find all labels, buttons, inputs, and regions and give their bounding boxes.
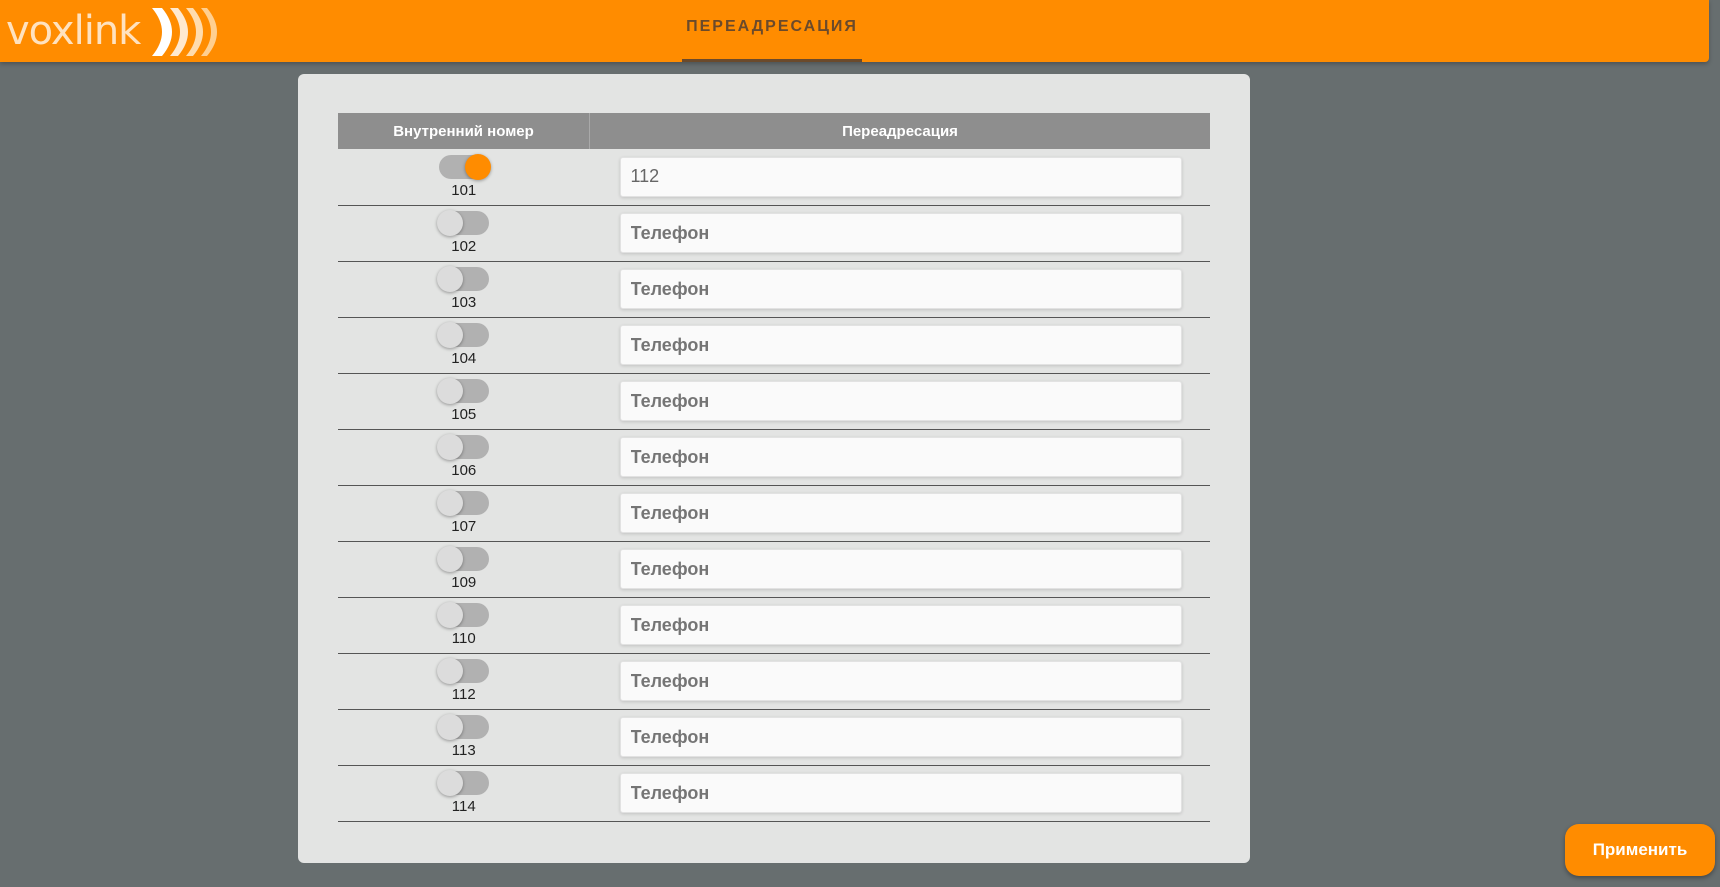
- extension-cell: 112: [338, 653, 590, 709]
- column-header-extension: Внутренний номер: [338, 113, 590, 149]
- phone-input[interactable]: [619, 213, 1182, 253]
- toggle-knob: [436, 322, 463, 348]
- forwarding-toggle[interactable]: [436, 546, 489, 572]
- toggle-knob: [436, 658, 463, 684]
- forwarding-toggle[interactable]: [436, 602, 489, 628]
- forwarding-cell: [590, 261, 1211, 317]
- extension-number: 101: [451, 181, 477, 199]
- forwarding-table: Внутренний номер Переадресация 101 102 103…: [338, 113, 1210, 822]
- table-body: 101 102 103 104 105 106 107 109 110 112 113 114: [338, 149, 1210, 821]
- extension-cell: 101: [338, 149, 590, 205]
- phone-input[interactable]: [619, 605, 1182, 645]
- table-row: 112: [338, 653, 1210, 709]
- table-header-row: Внутренний номер Переадресация: [338, 113, 1210, 149]
- phone-input[interactable]: [619, 661, 1182, 701]
- extension-cell: 104: [338, 317, 590, 373]
- logo-text: voxlink: [6, 8, 141, 54]
- forwarding-cell: [590, 317, 1211, 373]
- toggle-knob: [464, 153, 491, 180]
- table-row: 109: [338, 541, 1210, 597]
- extension-number: 105: [451, 406, 477, 423]
- extension-cell: 102: [338, 205, 590, 261]
- table-row: 104: [338, 317, 1210, 373]
- phone-input[interactable]: [619, 156, 1182, 197]
- phone-input[interactable]: [619, 269, 1182, 309]
- extension-number: 110: [451, 630, 476, 647]
- extension-number: 104: [451, 350, 477, 367]
- extension-number: 109: [451, 574, 477, 591]
- forwarding-toggle[interactable]: [438, 153, 491, 180]
- tab-forwarding[interactable]: ПЕРЕАДРЕСАЦИЯ: [682, 0, 862, 62]
- extension-cell: 107: [338, 485, 590, 541]
- forwarding-cell: [590, 429, 1211, 485]
- toggle-knob: [436, 602, 463, 628]
- table-row: 110: [338, 597, 1210, 653]
- phone-input[interactable]: [619, 381, 1182, 421]
- extension-number: 102: [451, 238, 477, 255]
- phone-input[interactable]: [619, 549, 1182, 589]
- toggle-knob: [436, 378, 463, 404]
- table-row: 101: [338, 149, 1210, 205]
- voxlink-logo[interactable]: voxlink: [6, 2, 224, 60]
- forwarding-toggle[interactable]: [436, 378, 489, 404]
- logo-waves-icon: [152, 8, 218, 56]
- extension-cell: 103: [338, 261, 590, 317]
- forwarding-cell: [590, 485, 1211, 541]
- extension-cell: 113: [338, 709, 590, 765]
- phone-input[interactable]: [619, 717, 1182, 757]
- forwarding-cell: [590, 709, 1211, 765]
- forwarding-toggle[interactable]: [436, 322, 489, 348]
- phone-input[interactable]: [619, 773, 1182, 813]
- extension-number: 106: [451, 462, 477, 479]
- toggle-knob: [436, 714, 463, 740]
- forwarding-panel: Внутренний номер Переадресация 101 102 103…: [298, 74, 1250, 863]
- extension-cell: 105: [338, 373, 590, 429]
- table-row: 105: [338, 373, 1210, 429]
- extension-number: 113: [451, 742, 476, 759]
- apply-button[interactable]: Применить: [1565, 824, 1715, 876]
- forwarding-cell: [590, 149, 1211, 205]
- forwarding-toggle[interactable]: [436, 770, 489, 796]
- toggle-knob: [436, 266, 463, 292]
- top-bar: voxlink ПЕРЕАДРЕСАЦИЯ: [0, 0, 1709, 62]
- extension-number: 114: [451, 798, 476, 815]
- table-row: 113: [338, 709, 1210, 765]
- extension-cell: 106: [338, 429, 590, 485]
- table-row: 106: [338, 429, 1210, 485]
- forwarding-cell: [590, 597, 1211, 653]
- forwarding-cell: [590, 765, 1211, 821]
- table-row: 114: [338, 765, 1210, 821]
- toggle-knob: [436, 770, 463, 796]
- toggle-knob: [436, 210, 463, 236]
- forwarding-cell: [590, 541, 1211, 597]
- extension-cell: 114: [338, 765, 590, 821]
- table-row: 107: [338, 485, 1210, 541]
- forwarding-cell: [590, 653, 1211, 709]
- table-row: 102: [338, 205, 1210, 261]
- toggle-knob: [436, 546, 463, 572]
- toggle-knob: [436, 490, 463, 516]
- forwarding-cell: [590, 205, 1211, 261]
- forwarding-toggle[interactable]: [436, 714, 489, 740]
- forwarding-toggle[interactable]: [436, 210, 489, 236]
- extension-number: 112: [451, 686, 476, 703]
- forwarding-cell: [590, 373, 1211, 429]
- forwarding-toggle[interactable]: [436, 266, 489, 292]
- phone-input[interactable]: [619, 493, 1182, 533]
- forwarding-toggle[interactable]: [436, 434, 489, 460]
- column-header-forwarding: Переадресация: [589, 113, 1210, 149]
- table-row: 103: [338, 261, 1210, 317]
- phone-input[interactable]: [619, 325, 1182, 365]
- extension-cell: 109: [338, 541, 590, 597]
- forwarding-toggle[interactable]: [436, 658, 489, 684]
- phone-input[interactable]: [619, 437, 1182, 477]
- extension-number: 103: [451, 294, 477, 311]
- extension-number: 107: [451, 518, 477, 535]
- forwarding-toggle[interactable]: [436, 490, 489, 516]
- toggle-knob: [436, 434, 463, 460]
- extension-cell: 110: [338, 597, 590, 653]
